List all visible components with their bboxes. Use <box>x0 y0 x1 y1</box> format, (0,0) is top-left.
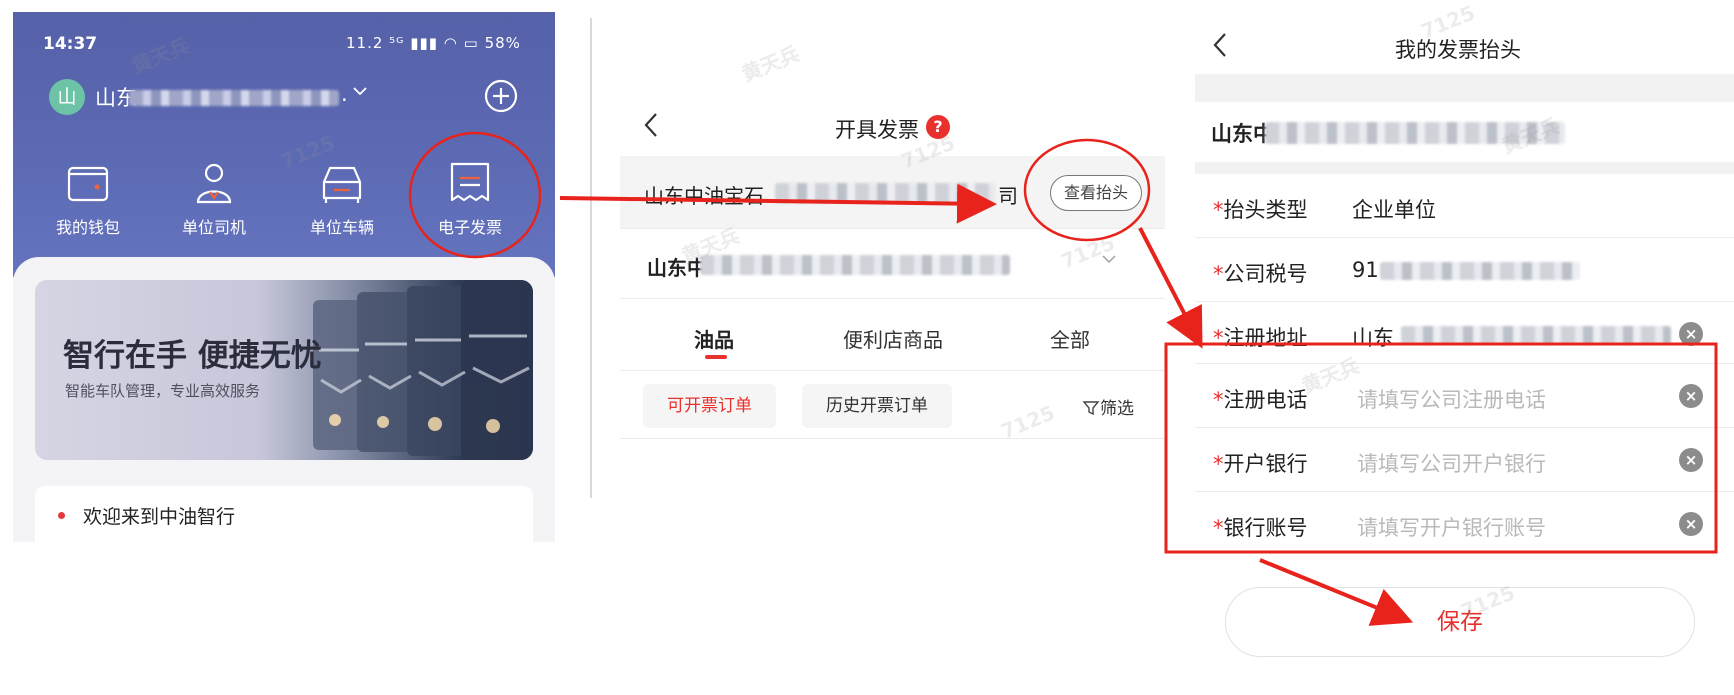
redacted-company-name <box>775 183 995 203</box>
shortcut-label: 电子发票 <box>437 218 502 237</box>
filter-icon <box>1082 401 1100 416</box>
field-label: *注册地址 <box>1213 322 1308 352</box>
divider <box>620 298 1165 299</box>
car-icon <box>322 166 362 203</box>
field-value: 企业单位 <box>1352 198 1436 222</box>
driver-icon <box>196 163 232 204</box>
shortcut-vehicles[interactable]: 单位车辆 <box>287 160 397 238</box>
back-arrow-icon[interactable] <box>640 110 662 148</box>
app-home-screen: 14:37 11.2 ⁵ᴳ ▮▮▮ ◠ ▭ 58% 山 山东 . 我的钱包 单位… <box>13 12 555 542</box>
chevron-down-icon[interactable] <box>351 82 369 105</box>
phone-input[interactable]: 请填写公司注册电话 <box>1357 384 1546 414</box>
announcement-text: 欢迎来到中油智行 <box>83 506 236 528</box>
redacted-address <box>1401 326 1671 344</box>
shortcut-wallet[interactable]: 我的钱包 <box>33 160 143 238</box>
field-bank[interactable]: *开户银行 请填写公司开户银行 × <box>1195 428 1734 492</box>
redacted-company-name <box>129 90 339 106</box>
field-account[interactable]: *银行账号 请填写开户银行账号 × <box>1195 492 1734 556</box>
required-mark: * <box>1213 326 1224 350</box>
field-phone[interactable]: *注册电话 请填写公司注册电话 × <box>1195 364 1734 428</box>
field-label: *抬头类型 <box>1213 194 1308 224</box>
invoice-icon <box>450 162 490 202</box>
shortcut-label: 单位车辆 <box>309 218 374 237</box>
field-address[interactable]: *注册地址 山东 × <box>1195 302 1734 364</box>
invoiceable-orders-button[interactable]: 可开票订单 <box>643 384 776 428</box>
clear-icon[interactable]: × <box>1679 384 1703 408</box>
clear-icon[interactable]: × <box>1679 448 1703 472</box>
status-icons: 11.2 ⁵ᴳ ▮▮▮ ◠ ▭ 58% <box>346 34 521 52</box>
page-title: 我的发票抬头 <box>1395 38 1521 62</box>
divider <box>620 438 1165 439</box>
shortcut-e-invoice[interactable]: 电子发票 <box>415 160 525 238</box>
shortcut-label: 我的钱包 <box>55 218 120 237</box>
save-button[interactable]: 保存 <box>1225 587 1695 657</box>
account-input[interactable]: 请填写开户银行账号 <box>1357 512 1546 542</box>
page-title: 开具发票 <box>835 118 919 142</box>
status-time: 14:37 <box>43 34 98 54</box>
field-label: *银行账号 <box>1213 512 1308 542</box>
tab-active-indicator <box>705 355 727 359</box>
field-label: *注册电话 <box>1213 384 1308 414</box>
view-header-button[interactable]: 查看抬头 <box>1050 175 1142 211</box>
field-header-type[interactable]: *抬头类型 企业单位 <box>1195 174 1734 238</box>
field-label-text: 银行账号 <box>1223 516 1308 540</box>
history-orders-button[interactable]: 历史开票订单 <box>802 384 952 428</box>
composite-tutorial-image: 14:37 11.2 ⁵ᴳ ▮▮▮ ◠ ▭ 58% 山 山东 . 我的钱包 单位… <box>0 0 1734 695</box>
invoice-header-company-suffix: 司 <box>998 184 1018 208</box>
field-label-text: 注册电话 <box>1223 388 1308 412</box>
shortcut-label: 单位司机 <box>181 218 246 237</box>
field-value: 山东 <box>1352 326 1394 350</box>
company-suffix: . <box>341 82 348 106</box>
divider <box>620 228 1165 229</box>
banner-title: 智行在手 便捷无忧 <box>63 338 322 374</box>
field-label-text: 抬头类型 <box>1223 198 1308 222</box>
clear-icon[interactable]: × <box>1679 512 1703 536</box>
redacted-tax-id <box>1380 262 1580 280</box>
shortcut-drivers[interactable]: 单位司机 <box>159 160 269 238</box>
top-strip <box>1195 74 1734 102</box>
bullet-dot-icon <box>58 512 65 519</box>
panel-divider <box>590 18 592 498</box>
tab-fuel[interactable]: 油品 <box>694 324 734 353</box>
avatar[interactable]: 山 <box>49 79 85 115</box>
bank-input[interactable]: 请填写公司开户银行 <box>1357 448 1546 478</box>
wallet-icon <box>67 166 109 202</box>
filter-button[interactable]: 筛选 <box>1082 394 1134 419</box>
invoice-header-company: 山东中油宝石 <box>644 184 764 208</box>
tab-store-goods[interactable]: 便利店商品 <box>843 324 943 353</box>
divider <box>620 370 1165 371</box>
my-invoice-header-screen: 我的发票抬头 山东中 *抬头类型 企业单位 *公司税号 91 *注册地址 山东 … <box>1195 12 1734 672</box>
field-label-text: 注册地址 <box>1223 326 1308 350</box>
redacted-company-name <box>700 255 1010 275</box>
required-mark: * <box>1213 198 1224 222</box>
field-tax-id[interactable]: *公司税号 91 <box>1195 238 1734 302</box>
field-label: *开户银行 <box>1213 448 1308 478</box>
banner-subtitle: 智能车队管理，专业高效服务 <box>65 382 261 400</box>
field-value: 91 <box>1352 258 1379 282</box>
required-mark: * <box>1213 452 1224 476</box>
required-mark: * <box>1213 262 1224 286</box>
add-circle-icon[interactable] <box>483 78 519 114</box>
filter-label: 筛选 <box>1100 399 1134 419</box>
required-mark: * <box>1213 516 1224 540</box>
field-label-text: 开户银行 <box>1223 452 1308 476</box>
clear-icon[interactable]: × <box>1679 322 1703 346</box>
back-arrow-icon[interactable] <box>1209 30 1231 68</box>
tab-all[interactable]: 全部 <box>1050 324 1090 353</box>
section-divider <box>1195 162 1734 174</box>
field-label: *公司税号 <box>1213 258 1308 288</box>
field-label-text: 公司税号 <box>1223 262 1308 286</box>
required-mark: * <box>1213 388 1224 412</box>
